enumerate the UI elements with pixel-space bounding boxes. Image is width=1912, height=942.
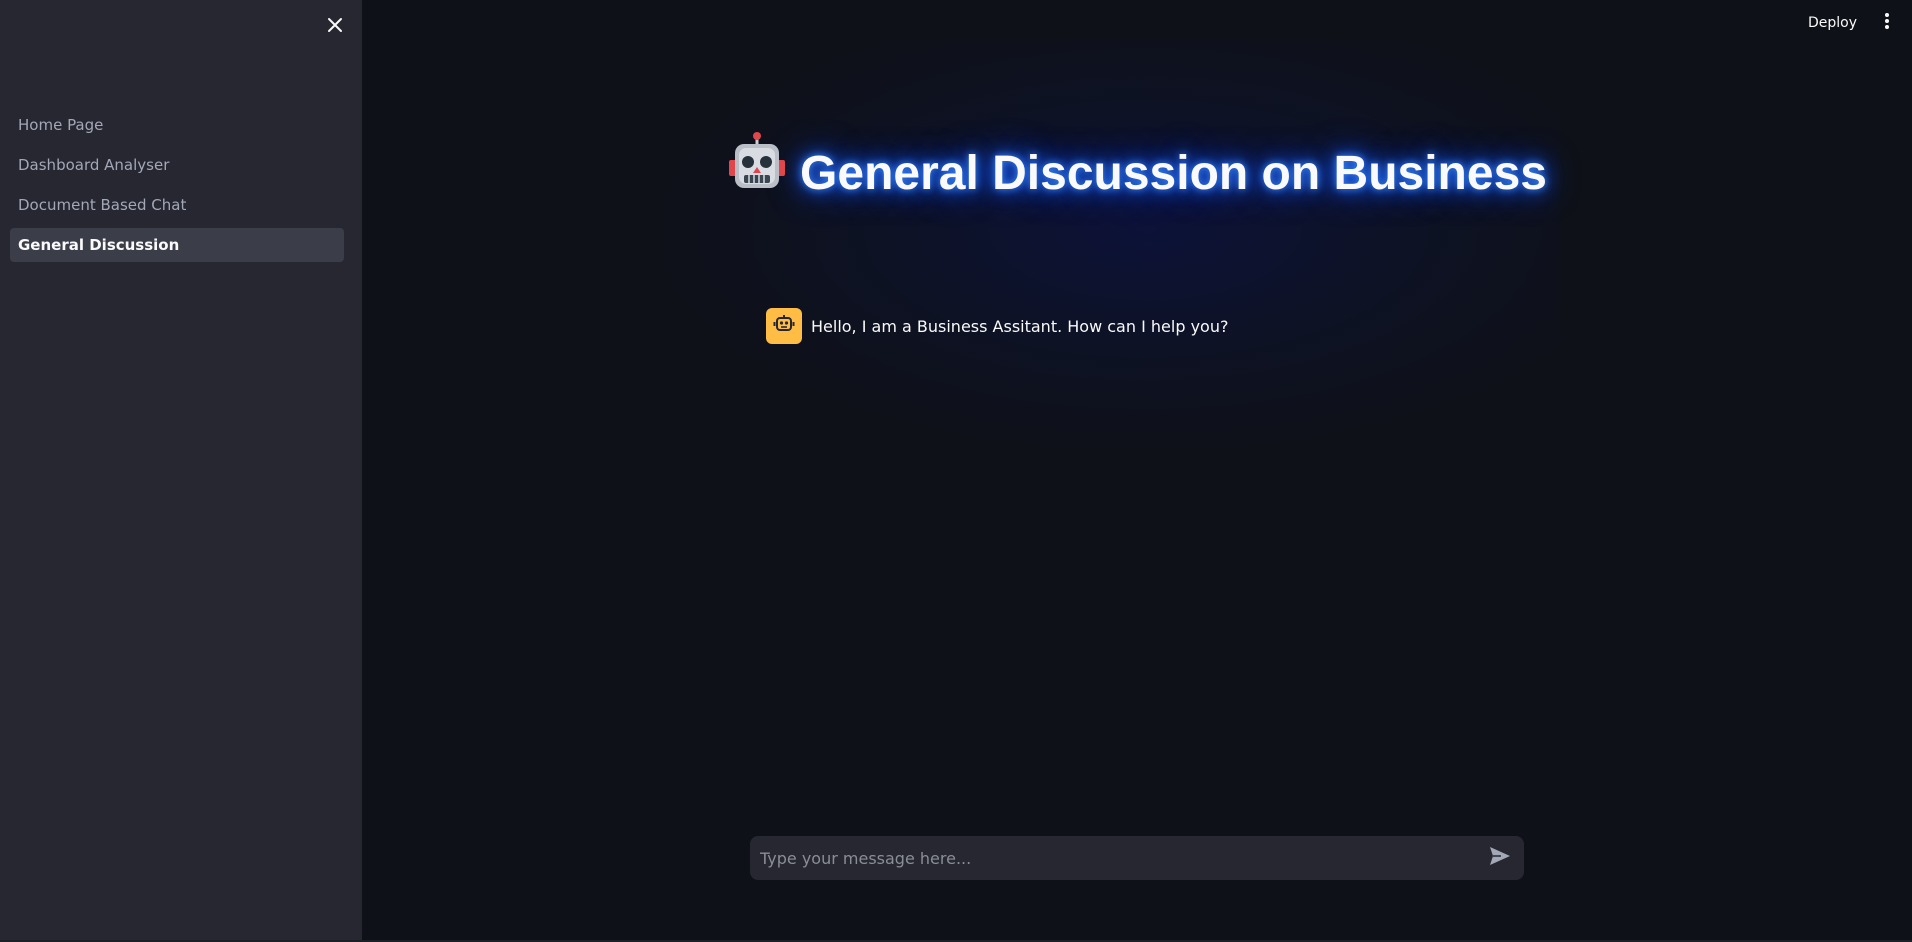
sidebar-nav: Home Page Dashboard Analyser Document Ba… [10, 108, 344, 268]
sidebar-item-label: Home Page [18, 116, 104, 134]
sidebar-item-label: General Discussion [18, 236, 180, 254]
sidebar-item-dashboard-analyser[interactable]: Dashboard Analyser [10, 148, 344, 182]
send-icon [1489, 846, 1511, 870]
sidebar-item-general-discussion[interactable]: General Discussion [10, 228, 344, 262]
close-icon [327, 17, 343, 37]
send-button[interactable] [1480, 838, 1520, 878]
robot-icon [728, 132, 786, 209]
deploy-button[interactable]: Deploy [1800, 10, 1865, 36]
app-root: Home Page Dashboard Analyser Document Ba… [0, 0, 1912, 942]
chat-input[interactable] [750, 835, 1480, 881]
sidebar-item-document-based-chat[interactable]: Document Based Chat [10, 188, 344, 222]
bot-icon [773, 313, 795, 339]
chat-message-assistant: Hello, I am a Business Assitant. How can… [766, 308, 1228, 344]
title-glow [640, 40, 1560, 460]
page-title-text: General Discussion on Business [800, 147, 1547, 201]
page-title: General Discussion on Business [700, 132, 1575, 215]
main-menu-button[interactable] [1874, 10, 1900, 36]
more-vertical-icon [1884, 12, 1890, 34]
sidebar-item-home-page[interactable]: Home Page [10, 108, 344, 142]
sidebar-item-label: Document Based Chat [18, 196, 187, 214]
sidebar-item-label: Dashboard Analyser [18, 156, 170, 174]
deploy-label: Deploy [1808, 15, 1858, 31]
sidebar: Home Page Dashboard Analyser Document Ba… [0, 0, 362, 942]
sidebar-close-button[interactable] [320, 12, 350, 42]
message-text: Hello, I am a Business Assitant. How can… [811, 316, 1229, 336]
avatar [766, 308, 802, 344]
chat-input-container [750, 835, 1524, 881]
